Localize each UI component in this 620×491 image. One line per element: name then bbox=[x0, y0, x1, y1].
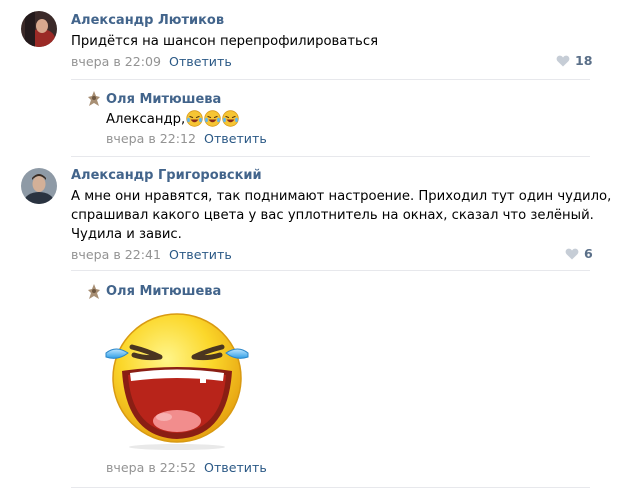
like-count: 6 bbox=[584, 246, 593, 261]
comment-time[interactable]: вчера в 22:12 bbox=[106, 131, 196, 146]
heart-icon bbox=[556, 55, 570, 66]
comment-meta: вчера в 22:41 Ответить bbox=[71, 247, 232, 262]
comment-text-line: А мне они нравятся, так поднимают настро… bbox=[71, 189, 612, 204]
avatar[interactable] bbox=[86, 284, 102, 300]
comment-text-line: Чудила и завис. bbox=[71, 227, 182, 242]
reply-button[interactable]: Ответить bbox=[204, 131, 267, 146]
avatar[interactable] bbox=[86, 91, 102, 107]
reply-button[interactable]: Ответить bbox=[169, 54, 232, 69]
comment-meta: вчера в 22:09 Ответить bbox=[71, 54, 232, 69]
comment-author[interactable]: Александр Григоровский bbox=[71, 168, 262, 183]
heart-icon bbox=[565, 248, 579, 259]
rofl-emoji-icon bbox=[222, 110, 239, 133]
separator bbox=[71, 487, 590, 488]
comment-meta: вчера в 22:52 Ответить bbox=[106, 460, 267, 475]
comment-text-line: спрашивал какого цвета у вас уплотнитель… bbox=[71, 208, 594, 223]
rofl-emoji-icon bbox=[186, 110, 203, 133]
comment-author[interactable]: Александр Лютиков bbox=[71, 13, 224, 28]
comment-author[interactable]: Оля Митюшева bbox=[106, 92, 221, 107]
comment-text: Придётся на шансон перепрофилироваться bbox=[71, 34, 379, 49]
avatar[interactable] bbox=[21, 11, 57, 47]
like-button[interactable]: 18 bbox=[556, 53, 593, 68]
comment-meta: вчера в 22:12 Ответить bbox=[106, 131, 267, 146]
avatar[interactable] bbox=[21, 168, 57, 204]
comment-time[interactable]: вчера в 22:09 bbox=[71, 54, 161, 69]
comment-text-content: Александр, bbox=[106, 112, 186, 127]
reply-button[interactable]: Ответить bbox=[169, 247, 232, 262]
like-button[interactable]: 6 bbox=[565, 246, 593, 261]
separator bbox=[71, 270, 590, 271]
comment-text: Александр, bbox=[106, 110, 239, 133]
comment-author[interactable]: Оля Митюшева bbox=[106, 284, 221, 299]
reply-button[interactable]: Ответить bbox=[204, 460, 267, 475]
like-count: 18 bbox=[575, 53, 593, 68]
comment-time[interactable]: вчера в 22:52 bbox=[106, 460, 196, 475]
laughing-tears-sticker-icon bbox=[104, 309, 250, 455]
comment-time[interactable]: вчера в 22:41 bbox=[71, 247, 161, 262]
rofl-emoji-icon bbox=[204, 110, 221, 133]
separator bbox=[71, 79, 590, 80]
separator bbox=[71, 156, 590, 157]
